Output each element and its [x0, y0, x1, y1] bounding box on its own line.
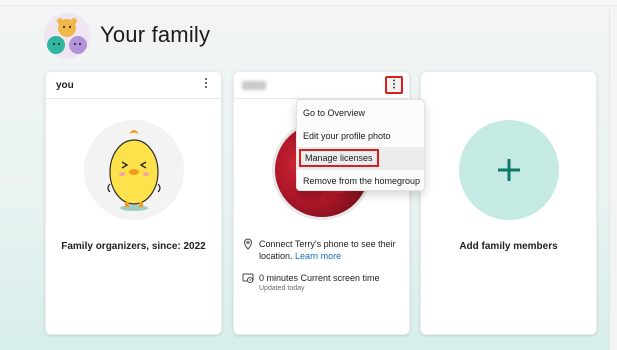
member-options-menu: Go to Overview Edit your profile photo M… — [296, 99, 425, 191]
learn-more-link[interactable]: Learn more — [295, 251, 341, 261]
more-vertical-icon — [393, 79, 395, 89]
screen-time-icon — [242, 273, 254, 284]
more-vertical-icon — [205, 78, 207, 88]
screen-time-text: 0 minutes Current screen time — [259, 273, 380, 283]
menu-item-manage-licenses[interactable]: Manage licenses — [297, 147, 424, 170]
add-family-members-label: Add family members — [459, 241, 558, 252]
location-text: Connect Terry's phone to see their locat… — [259, 238, 409, 262]
plus-icon — [498, 159, 520, 181]
avatar — [84, 120, 184, 220]
card-header: you — [46, 72, 221, 99]
card-header — [234, 72, 409, 99]
member-name: you — [56, 80, 74, 91]
location-pin-icon — [243, 238, 253, 250]
menu-item-label: Edit your profile photo — [303, 130, 391, 141]
redacted-member-name — [242, 81, 266, 90]
menu-item-go-to-overview[interactable]: Go to Overview — [297, 102, 424, 125]
top-strip — [0, 0, 617, 6]
scrollbar-track[interactable] — [609, 6, 617, 350]
organizer-role-text: Family organizers, since: 2022 — [61, 241, 206, 252]
family-bears-logo — [44, 13, 90, 59]
menu-item-label: Remove from the homegroup — [303, 175, 421, 186]
member-card-self: you Family organizers, since: 2022 — [45, 71, 222, 335]
add-member-card[interactable]: Add family members — [420, 71, 597, 335]
updated-timestamp: Updated today — [259, 285, 305, 292]
menu-item-label: Go to Overview — [303, 108, 366, 118]
menu-item-remove-from-homegroup[interactable]: Remove from the homegroup — [297, 170, 424, 193]
more-options-button[interactable] — [197, 76, 215, 94]
chick-avatar-icon — [84, 120, 184, 220]
menu-item-edit-profile-photo[interactable]: Edit your profile photo — [297, 125, 424, 148]
more-options-button[interactable] — [385, 76, 403, 94]
menu-item-label: Manage licenses — [299, 149, 379, 167]
add-member-button[interactable] — [459, 120, 559, 220]
page-title: Your family — [100, 22, 211, 47]
